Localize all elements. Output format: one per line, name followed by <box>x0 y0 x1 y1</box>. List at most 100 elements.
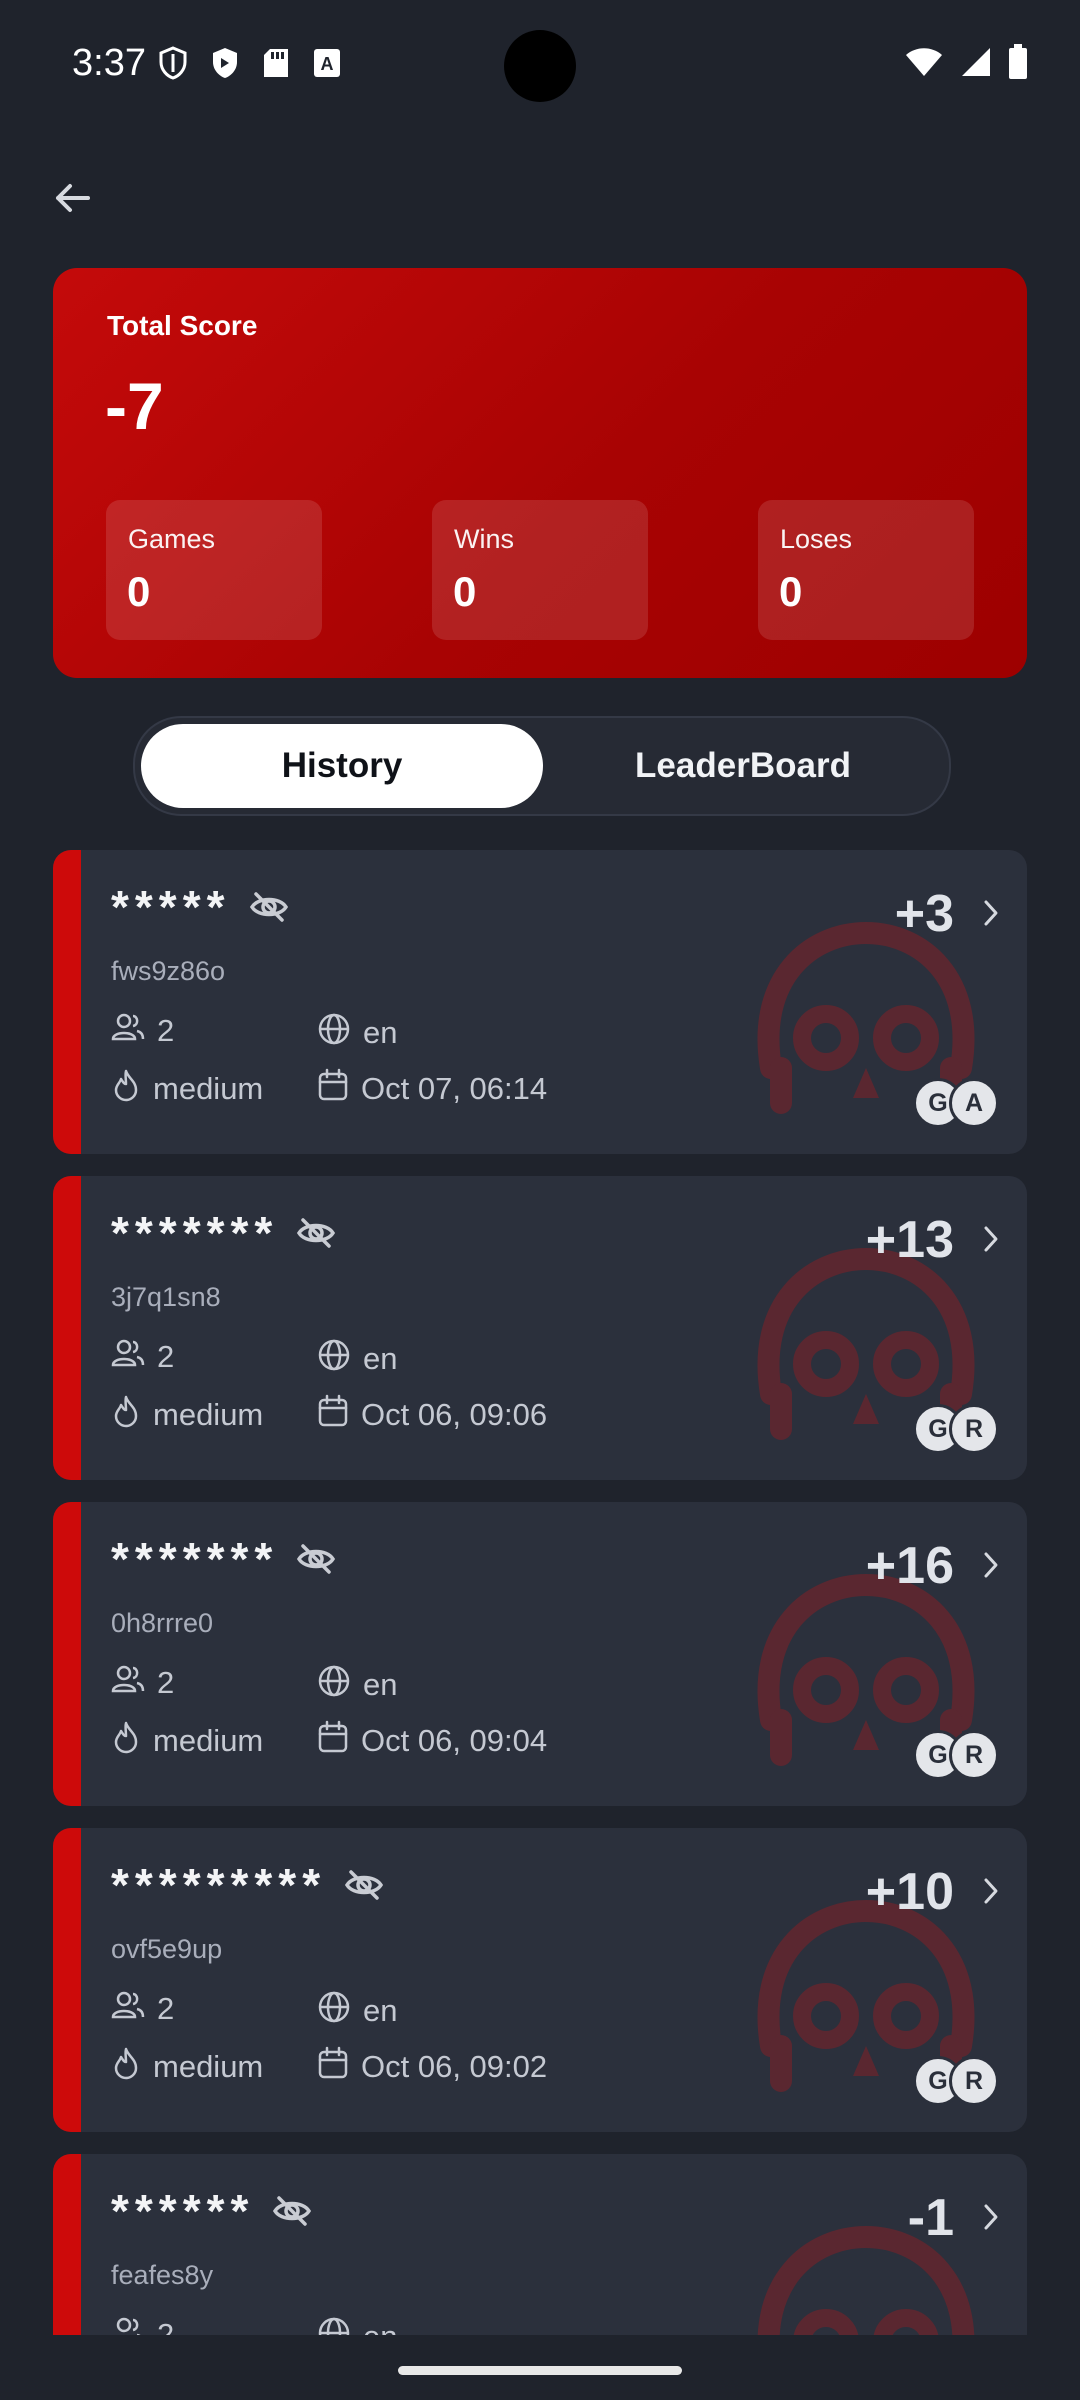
masked-word: ****** <box>111 2185 255 2237</box>
total-score-label: Total Score <box>107 310 258 341</box>
flame-icon <box>111 1720 141 1762</box>
shield-filled-icon <box>210 46 240 85</box>
language-meta: en <box>317 2316 397 2335</box>
difficulty-value: medium <box>153 1071 264 1106</box>
loses-label: Loses <box>780 524 853 554</box>
users-icon <box>111 2316 145 2335</box>
score-delta: +3 <box>894 885 954 943</box>
home-indicator[interactable] <box>398 2366 682 2375</box>
users-icon <box>111 1012 145 1050</box>
masked-word-row: ***** <box>111 880 289 934</box>
masked-word-row: ******* <box>111 1206 336 1260</box>
calendar-icon <box>317 1720 349 1762</box>
game-date: Oct 06, 09:02 <box>361 2049 548 2084</box>
game-code: ovf5e9up <box>111 1934 223 1964</box>
eye-off-icon[interactable] <box>272 2194 312 2228</box>
language-value: en <box>363 1015 398 1050</box>
users-icon <box>111 1990 145 2028</box>
users-icon <box>111 1338 145 1376</box>
players-meta: 2 <box>111 1990 174 2028</box>
game-card[interactable]: ***** fws9z86o 2 en medium Oct 07, 06:14 +3 G A <box>53 850 1027 1154</box>
tab-history[interactable]: History <box>141 724 543 808</box>
globe-icon <box>317 1990 351 2032</box>
players-count: 2 <box>157 1991 175 2026</box>
score-delta: +13 <box>865 1211 954 1269</box>
segmented-tabs: History LeaderBoard <box>133 716 951 816</box>
status-icons-right <box>904 44 1028 85</box>
card-accent-stripe <box>53 1828 81 2132</box>
battery-icon <box>1008 44 1028 85</box>
games-value: 0 <box>127 568 151 615</box>
masked-word-row: ****** <box>111 2184 312 2238</box>
calendar-icon <box>317 1394 349 1436</box>
masked-word: ******* <box>111 1533 279 1585</box>
players-meta: 2 <box>111 1338 174 1376</box>
difficulty-value: medium <box>153 1723 264 1758</box>
game-code: 3j7q1sn8 <box>111 1282 221 1312</box>
loses-stat: Loses 0 <box>758 500 974 640</box>
chevron-right-icon[interactable] <box>981 898 1001 933</box>
score-delta: -1 <box>907 2189 954 2247</box>
masked-word: ******* <box>111 1207 279 1259</box>
player-avatar: R <box>949 2056 999 2106</box>
date-meta: Oct 06, 09:04 <box>317 1720 547 1762</box>
game-card[interactable]: ******feafes8y2enmedium-1 <box>53 2154 1027 2335</box>
player-avatars: GR <box>913 1730 999 1780</box>
eye-off-icon[interactable] <box>296 1216 336 1250</box>
total-score-value: -7 <box>105 369 164 443</box>
score-delta: +10 <box>865 1863 954 1921</box>
card-accent-stripe <box>53 2154 81 2335</box>
eye-off-icon[interactable] <box>344 1868 384 1902</box>
chevron-right-icon[interactable] <box>981 1550 1001 1585</box>
game-date: Oct 07, 06:14 <box>361 1071 548 1106</box>
language-value: en <box>363 2319 397 2335</box>
difficulty-meta: medium <box>111 1394 263 1436</box>
wins-label: Wins <box>454 524 514 554</box>
game-card[interactable]: ******* 0h8rrre0 2 en medium Oct 06, 09:04 +16… <box>53 1502 1027 1806</box>
difficulty-value: medium <box>153 1397 264 1432</box>
masked-word-row: ********* <box>111 1858 384 1912</box>
player-avatar: A <box>949 1078 999 1128</box>
players-count: 2 <box>157 2317 175 2335</box>
difficulty-meta: medium <box>111 1720 263 1762</box>
flame-icon <box>111 1068 141 1110</box>
signal-icon <box>960 46 992 83</box>
language-meta: en <box>317 1664 397 1706</box>
status-time: 3:37 <box>72 42 146 84</box>
player-avatars: GR <box>913 1404 999 1454</box>
status-icons-left: A <box>158 46 342 85</box>
game-code: fws9z86o <box>111 956 226 986</box>
globe-icon <box>317 1338 351 1380</box>
globe-icon <box>317 1664 351 1706</box>
players-count: 2 <box>157 1013 175 1048</box>
globe-icon <box>317 1012 351 1054</box>
back-button[interactable] <box>52 168 132 232</box>
masked-word-row: ******* <box>111 1532 336 1586</box>
tab-leaderboard[interactable]: LeaderBoard <box>543 724 943 808</box>
eye-off-icon[interactable] <box>249 890 289 924</box>
eye-off-icon[interactable] <box>296 1542 336 1576</box>
chevron-right-icon[interactable] <box>981 1224 1001 1259</box>
game-card[interactable]: ******* 3j7q1sn8 2 en medium Oct 06, 09:06 +13… <box>53 1176 1027 1480</box>
svg-text:A: A <box>321 54 334 74</box>
player-avatars: GA <box>913 1078 999 1128</box>
card-accent-stripe <box>53 1502 81 1806</box>
masked-word: ********* <box>111 1859 327 1911</box>
flame-icon <box>111 2046 141 2088</box>
date-meta: Oct 07, 06:14 <box>317 1068 547 1110</box>
chevron-right-icon[interactable] <box>981 1876 1001 1911</box>
shield-outline-icon <box>158 46 188 85</box>
game-code: feafes8y <box>111 2260 214 2290</box>
game-history-list[interactable]: ***** fws9z86o 2 en medium Oct 07, 06:14 +3 G A *… <box>53 850 1027 2335</box>
language-meta: en <box>317 1338 397 1380</box>
wins-stat: Wins 0 <box>432 500 648 640</box>
difficulty-meta: medium <box>111 2046 263 2088</box>
players-meta: 2 <box>111 2316 174 2335</box>
chevron-right-icon[interactable] <box>981 2202 1001 2237</box>
font-download-icon: A <box>312 47 342 84</box>
language-meta: en <box>317 1990 397 2032</box>
language-meta: en <box>317 1012 397 1054</box>
language-value: en <box>363 1993 398 2028</box>
difficulty-meta: medium <box>111 1068 263 1110</box>
game-card[interactable]: ********* ovf5e9up 2 en medium Oct 06, 09:02 +… <box>53 1828 1027 2132</box>
